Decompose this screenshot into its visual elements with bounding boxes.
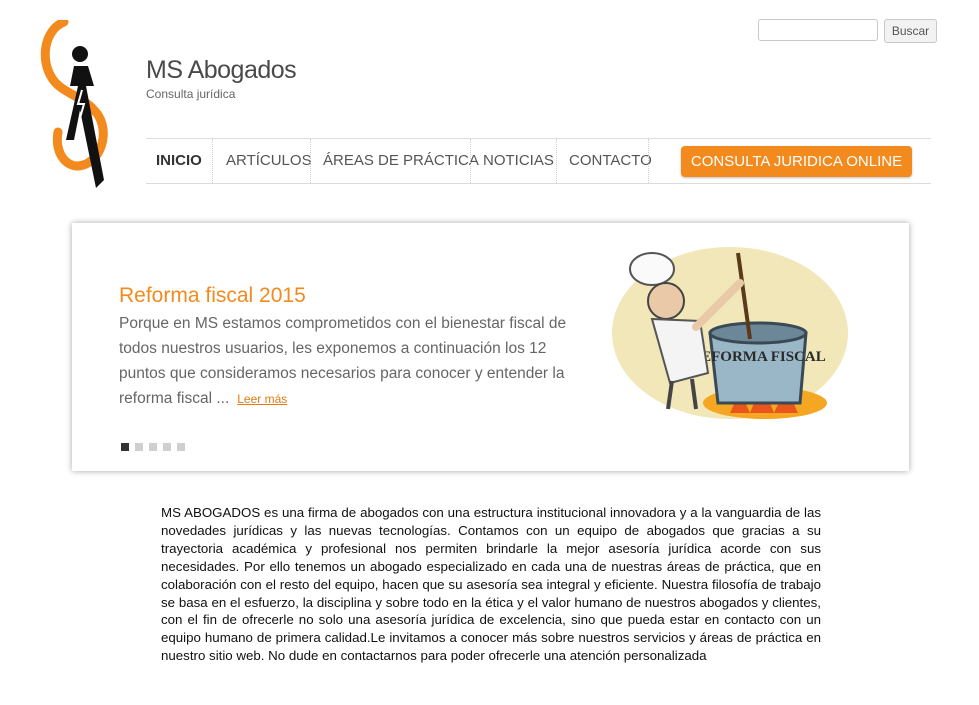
search-button[interactable]: Buscar [884,19,937,43]
site-subtitle: Consulta jurídica [146,87,236,101]
featured-slider: Reforma fiscal 2015 Porque en MS estamos… [72,223,909,471]
consulta-online-button[interactable]: CONSULTA JURIDICA ONLINE [681,146,912,177]
slider-dot-1[interactable] [121,443,129,451]
read-more-link[interactable]: Leer más [237,392,287,406]
site-title[interactable]: MS Abogados [146,56,297,85]
nav-item-contacto[interactable]: CONTACTO [569,139,652,183]
reforma-fiscal-cartoon-image[interactable]: REFORMA FISCAL [600,223,854,437]
nav-separator [470,139,471,183]
intro-text: MS ABOGADOS es una firma de abogados con… [161,505,821,664]
slider-pagination [121,443,185,451]
search-input[interactable] [758,19,878,41]
nav-item-areas-de-practica[interactable]: ÁREAS DE PRÁCTICA [323,139,479,183]
nav-item-articulos[interactable]: ARTÍCULOS [226,139,312,183]
slide-text: Porque en MS estamos comprometidos con e… [119,311,579,412]
slider-dot-5[interactable] [177,443,185,451]
nav-item-noticias[interactable]: NOTICIAS [483,139,554,183]
nav-separator [212,139,213,183]
ms-abogados-logo[interactable] [38,20,122,196]
slider-dot-4[interactable] [163,443,171,451]
slider-dot-3[interactable] [149,443,157,451]
slide-description: Porque en MS estamos comprometidos con e… [119,315,567,407]
nav-separator [310,139,311,183]
slide-title[interactable]: Reforma fiscal 2015 [119,284,306,308]
nav-separator [556,139,557,183]
slider-dot-2[interactable] [135,443,143,451]
cartoon-caption: REFORMA FISCAL [690,349,825,365]
nav-separator [648,139,649,183]
nav-item-inicio[interactable]: INICIO [156,139,202,183]
